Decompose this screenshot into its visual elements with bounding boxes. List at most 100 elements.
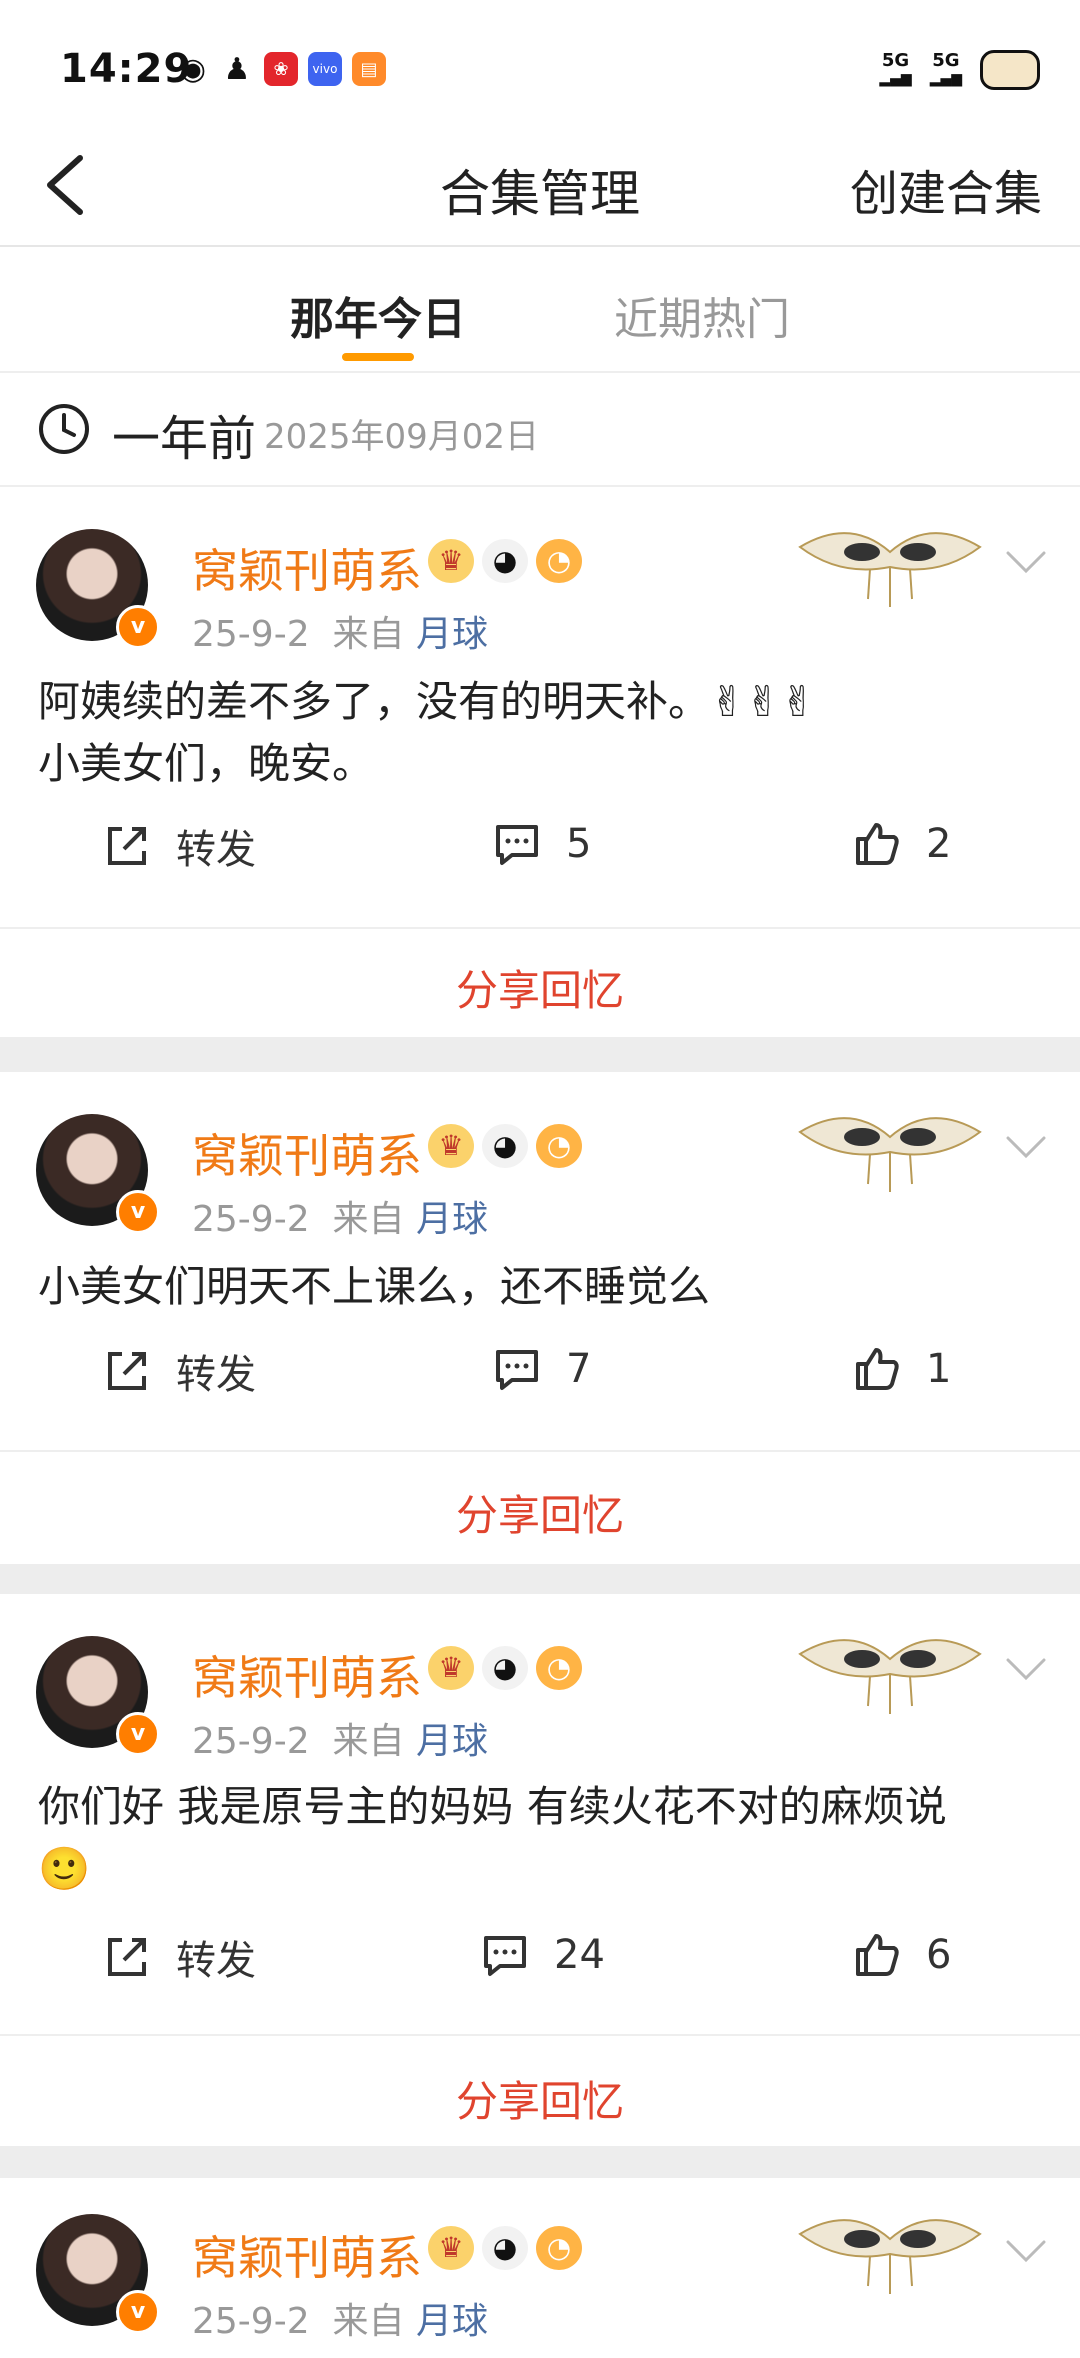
- repost-label: 转发: [176, 827, 256, 873]
- divider: [0, 927, 1080, 929]
- panda-badge-icon: ◕: [482, 1124, 528, 1168]
- share-memory-button[interactable]: 分享回忆: [0, 957, 1080, 1018]
- date-header: 一年前 2025年09月02日: [0, 373, 1080, 487]
- tab-recent-hot[interactable]: 近期热门: [614, 283, 790, 347]
- comment-count: 5: [566, 821, 592, 867]
- like-button[interactable]: 6: [850, 1928, 951, 1982]
- comment-icon: [496, 825, 538, 865]
- pinduoduo-icon: ❀: [264, 52, 298, 86]
- chevron-down-icon[interactable]: [1004, 2236, 1048, 2266]
- vivo-icon: vivo: [308, 52, 342, 86]
- comment-button[interactable]: 24: [478, 1928, 605, 1982]
- crown-badge-icon: ♛: [428, 2226, 474, 2270]
- post-meta: 25-9-2 来自 月球: [192, 1712, 488, 1764]
- clock-icon: [39, 404, 89, 454]
- post-username[interactable]: 窝颖刊萌系: [192, 1642, 422, 1708]
- post-source[interactable]: 月球: [416, 1199, 488, 1240]
- post-source[interactable]: 月球: [416, 614, 488, 655]
- repost-button[interactable]: 转发: [100, 1342, 256, 1400]
- tab-bar: 那年今日 近期热门: [0, 247, 1080, 373]
- like-button[interactable]: 1: [850, 1342, 951, 1396]
- weibo-icon: ◉: [179, 51, 207, 87]
- post-username[interactable]: 窝颖刊萌系: [192, 535, 422, 601]
- like-count: 6: [926, 1932, 952, 1978]
- thumbs-up-icon: [856, 823, 899, 865]
- share-memory-button[interactable]: 分享回忆: [0, 1482, 1080, 1543]
- nav-bar: 合集管理 创建合集: [0, 130, 1080, 247]
- post-username[interactable]: 窝颖刊萌系: [192, 2222, 422, 2288]
- post-card: v 窝颖刊萌系 ♛ ◕ ◔ 25-9-2 来自 月球: [0, 2178, 1080, 2358]
- from-label: 来自: [332, 1721, 405, 1762]
- post-content: 你们好 我是原号主的妈妈 有续火花不对的麻烦说 🙂: [38, 1782, 947, 1893]
- comment-button[interactable]: 5: [490, 817, 591, 871]
- masquerade-mask-decoration: [798, 1117, 982, 1192]
- repost-button[interactable]: 转发: [100, 1928, 256, 1986]
- post-card: v 窝颖刊萌系 ♛ ◕ ◔ 25-9-2 来自 月球 你们好 我是原号主的妈妈 …: [0, 1594, 1080, 2146]
- thumbs-up-icon: [856, 1934, 899, 1976]
- repost-button[interactable]: 转发: [100, 817, 256, 875]
- verified-badge-icon: v: [116, 605, 160, 649]
- user-badges: ♛ ◕ ◔: [428, 539, 582, 583]
- share-memory-button[interactable]: 分享回忆: [0, 2068, 1080, 2129]
- post-actions: 转发 5 2: [0, 817, 1080, 907]
- notification-icons: ◉ ♟ ❀ vivo ▤: [176, 51, 386, 87]
- verified-badge-icon: v: [116, 1190, 160, 1234]
- post-actions: 转发 7 1: [0, 1342, 1080, 1432]
- masquerade-mask-decoration: [798, 2219, 982, 2294]
- signal-icon: 5G ▂▄▆: [929, 50, 962, 88]
- post-meta: 25-9-2 来自 月球: [192, 1190, 488, 1242]
- post-date: 25-9-2: [192, 1199, 310, 1240]
- chevron-down-icon[interactable]: [1004, 1654, 1048, 1684]
- from-label: 来自: [332, 2301, 405, 2342]
- post-content: 阿姨续的差不多了，没有的明天补。✌✌✌ 小美女们，晚安。: [38, 677, 816, 788]
- signal-icon: 5G ▂▄▆: [879, 50, 912, 88]
- chevron-down-icon[interactable]: [1004, 547, 1048, 577]
- verified-badge-icon: v: [116, 1712, 160, 1756]
- crown-badge-icon: ♛: [428, 1124, 474, 1168]
- tab-on-this-day[interactable]: 那年今日: [290, 283, 466, 347]
- post-content: 小美女们明天不上课么，还不睡觉么: [38, 1262, 711, 1311]
- post-username[interactable]: 窝颖刊萌系: [192, 1120, 422, 1186]
- from-label: 来自: [332, 614, 405, 655]
- like-count: 2: [926, 821, 952, 867]
- like-button[interactable]: 2: [850, 817, 951, 871]
- post-meta: 25-9-2 来自 月球: [192, 2292, 488, 2344]
- panda-badge-icon: ◕: [482, 1646, 528, 1690]
- user-badges: ♛ ◕ ◔: [428, 1124, 582, 1168]
- panda-badge-icon: ◕: [482, 2226, 528, 2270]
- post-source[interactable]: 月球: [416, 1721, 488, 1762]
- user-badges: ♛ ◕ ◔: [428, 2226, 582, 2270]
- battery-icon: [980, 50, 1040, 90]
- comment-icon: [484, 1936, 526, 1976]
- memory-date: 2025年09月02日: [264, 417, 540, 457]
- fish-badge-icon: ◔: [536, 2226, 582, 2270]
- post-card: v 窝颖刊萌系 ♛ ◕ ◔ 25-9-2 来自 月球 小美女们明天不上课么，还不…: [0, 1072, 1080, 1564]
- divider: [0, 1450, 1080, 1452]
- status-time: 14:29: [60, 46, 193, 92]
- repost-label: 转发: [176, 1938, 256, 1984]
- divider: [0, 2034, 1080, 2036]
- create-collection-button[interactable]: 创建合集: [850, 154, 1042, 224]
- status-right: 5G ▂▄▆ 5G ▂▄▆: [879, 50, 1040, 90]
- share-icon: [108, 1352, 146, 1390]
- comment-button[interactable]: 7: [490, 1342, 591, 1396]
- qq-icon: ♟: [223, 51, 251, 87]
- comment-count: 24: [554, 1932, 605, 1978]
- app-icon: ▤: [352, 52, 386, 86]
- comment-count: 7: [566, 1346, 592, 1392]
- fish-badge-icon: ◔: [536, 1646, 582, 1690]
- repost-label: 转发: [176, 1352, 256, 1398]
- masquerade-mask-decoration: [798, 1639, 982, 1714]
- masquerade-mask-decoration: [798, 532, 982, 607]
- panda-badge-icon: ◕: [482, 539, 528, 583]
- post-date: 25-9-2: [192, 614, 310, 655]
- post-actions: 转发 24 6: [0, 1928, 1080, 2018]
- post-source[interactable]: 月球: [416, 2301, 488, 2342]
- chevron-down-icon[interactable]: [1004, 1132, 1048, 1162]
- post-card: v 窝颖刊萌系 ♛ ◕ ◔ 25-9-2 来自 月球 阿姨续的差不多了，没有的明…: [0, 487, 1080, 1037]
- active-tab-indicator: [342, 353, 414, 361]
- share-icon: [108, 827, 146, 865]
- crown-badge-icon: ♛: [428, 1646, 474, 1690]
- user-badges: ♛ ◕ ◔: [428, 1646, 582, 1690]
- post-meta: 25-9-2 来自 月球: [192, 605, 488, 657]
